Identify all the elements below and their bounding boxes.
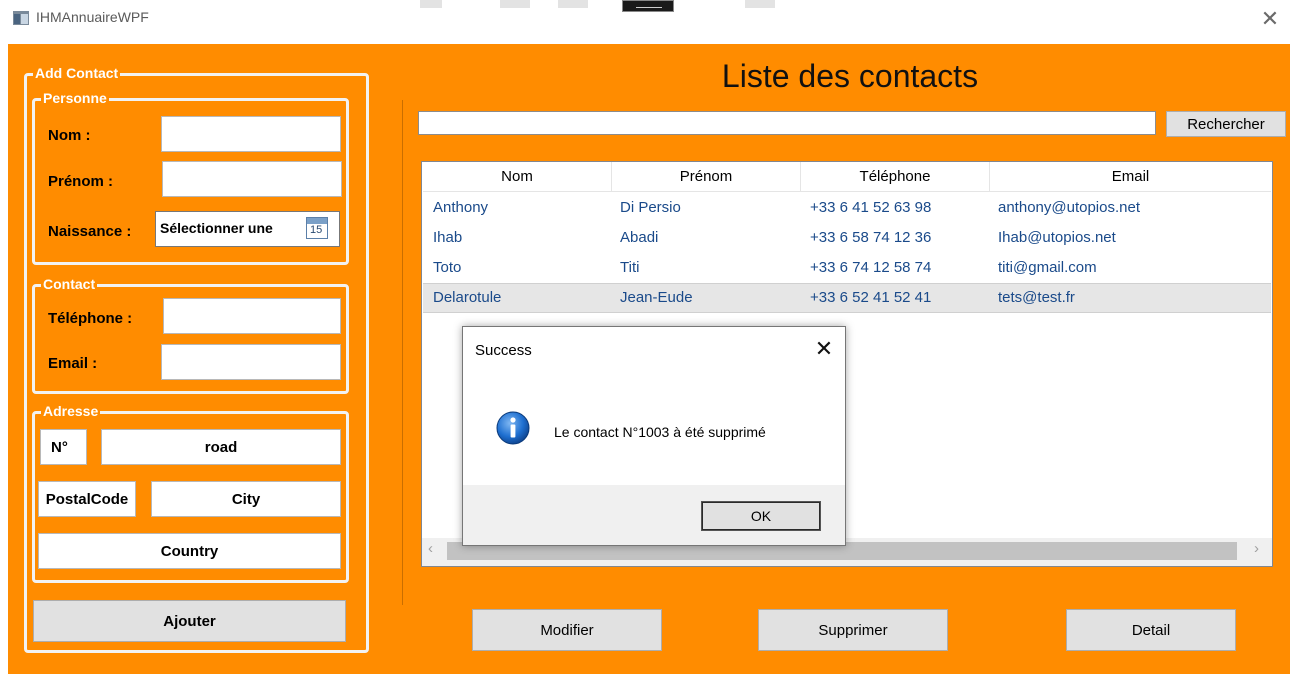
cell-telephone: +33 6 52 41 52 41 bbox=[810, 289, 932, 306]
table-row-selected[interactable]: Delarotule Jean-Eude +33 6 52 41 52 41 t… bbox=[423, 283, 1271, 313]
cell-telephone: +33 6 58 74 12 36 bbox=[810, 229, 932, 246]
country-field[interactable]: Country bbox=[38, 533, 341, 569]
ajouter-button[interactable]: Ajouter bbox=[33, 600, 346, 642]
telephone-label: Téléphone : bbox=[48, 310, 133, 327]
scroll-right-icon[interactable]: › bbox=[1254, 540, 1259, 557]
telephone-field[interactable] bbox=[163, 298, 341, 334]
table-row[interactable]: Anthony Di Persio +33 6 41 52 63 98 anth… bbox=[423, 193, 1271, 223]
column-header-nom[interactable]: Nom bbox=[423, 162, 612, 192]
nom-label: Nom : bbox=[48, 127, 91, 144]
adresse-title: Adresse bbox=[41, 402, 101, 420]
dialog-close-button[interactable]: ✕ bbox=[811, 336, 837, 362]
app-window-icon bbox=[13, 11, 29, 25]
calendar-icon[interactable]: 15 bbox=[306, 217, 328, 239]
cell-prenom: Abadi bbox=[620, 229, 659, 246]
naissance-datepicker[interactable]: Sélectionner une 15 bbox=[155, 211, 340, 247]
contact-title: Contact bbox=[41, 275, 98, 293]
date-placeholder: Sélectionner une bbox=[160, 220, 273, 236]
add-contact-title: Add Contact bbox=[33, 64, 121, 82]
email-field[interactable] bbox=[161, 344, 341, 380]
cell-email: anthony@utopios.net bbox=[998, 199, 1140, 216]
cell-telephone: +33 6 41 52 63 98 bbox=[810, 199, 932, 216]
cell-prenom: Di Persio bbox=[620, 199, 681, 216]
modifier-button[interactable]: Modifier bbox=[472, 609, 662, 651]
personne-title: Personne bbox=[41, 89, 109, 107]
postalcode-field[interactable]: PostalCode bbox=[38, 481, 136, 517]
cell-prenom: Titi bbox=[620, 259, 640, 276]
rechercher-button[interactable]: Rechercher bbox=[1166, 111, 1286, 137]
info-icon bbox=[496, 411, 530, 445]
table-row[interactable]: Toto Titi +33 6 74 12 58 74 titi@gmail.c… bbox=[423, 253, 1271, 283]
scroll-left-icon[interactable]: ‹ bbox=[428, 540, 433, 557]
city-field[interactable]: City bbox=[151, 481, 341, 517]
window-close-button[interactable]: ✕ bbox=[1258, 7, 1282, 31]
cell-email: tets@test.fr bbox=[998, 289, 1075, 306]
cell-nom: Anthony bbox=[433, 199, 489, 216]
detail-button[interactable]: Detail bbox=[1066, 609, 1236, 651]
prenom-label: Prénom : bbox=[48, 173, 114, 190]
cell-telephone: +33 6 74 12 58 74 bbox=[810, 259, 932, 276]
top-handle[interactable] bbox=[622, 0, 674, 12]
table-row[interactable]: Ihab Abadi +33 6 58 74 12 36 Ihab@utopio… bbox=[423, 223, 1271, 253]
email-label: Email : bbox=[48, 355, 98, 372]
cell-email: Ihab@utopios.net bbox=[998, 229, 1116, 246]
dialog-message: Le contact N°1003 à été supprimé bbox=[554, 424, 766, 440]
road-field[interactable]: road bbox=[101, 429, 341, 465]
vertical-separator bbox=[402, 100, 403, 605]
window-title: IHMAnnuaireWPF bbox=[36, 9, 149, 25]
cell-nom: Delarotule bbox=[433, 289, 502, 306]
column-header-telephone[interactable]: Téléphone bbox=[801, 162, 990, 192]
search-input[interactable] bbox=[418, 111, 1156, 135]
nom-field[interactable] bbox=[161, 116, 341, 152]
cell-prenom: Jean-Eude bbox=[620, 289, 693, 306]
cell-nom: Ihab bbox=[433, 229, 463, 246]
dialog-title: Success bbox=[475, 342, 532, 359]
column-header-email[interactable]: Email bbox=[990, 162, 1271, 192]
column-header-prenom[interactable]: Prénom bbox=[612, 162, 801, 192]
cell-nom: Toto bbox=[433, 259, 462, 276]
cell-email: titi@gmail.com bbox=[998, 259, 1097, 276]
page-title: Liste des contacts bbox=[721, 58, 979, 94]
supprimer-button[interactable]: Supprimer bbox=[758, 609, 948, 651]
ok-button[interactable]: OK bbox=[701, 501, 821, 531]
numero-field[interactable]: N° bbox=[40, 429, 87, 465]
prenom-field[interactable] bbox=[162, 161, 342, 197]
naissance-label: Naissance : bbox=[48, 223, 132, 240]
